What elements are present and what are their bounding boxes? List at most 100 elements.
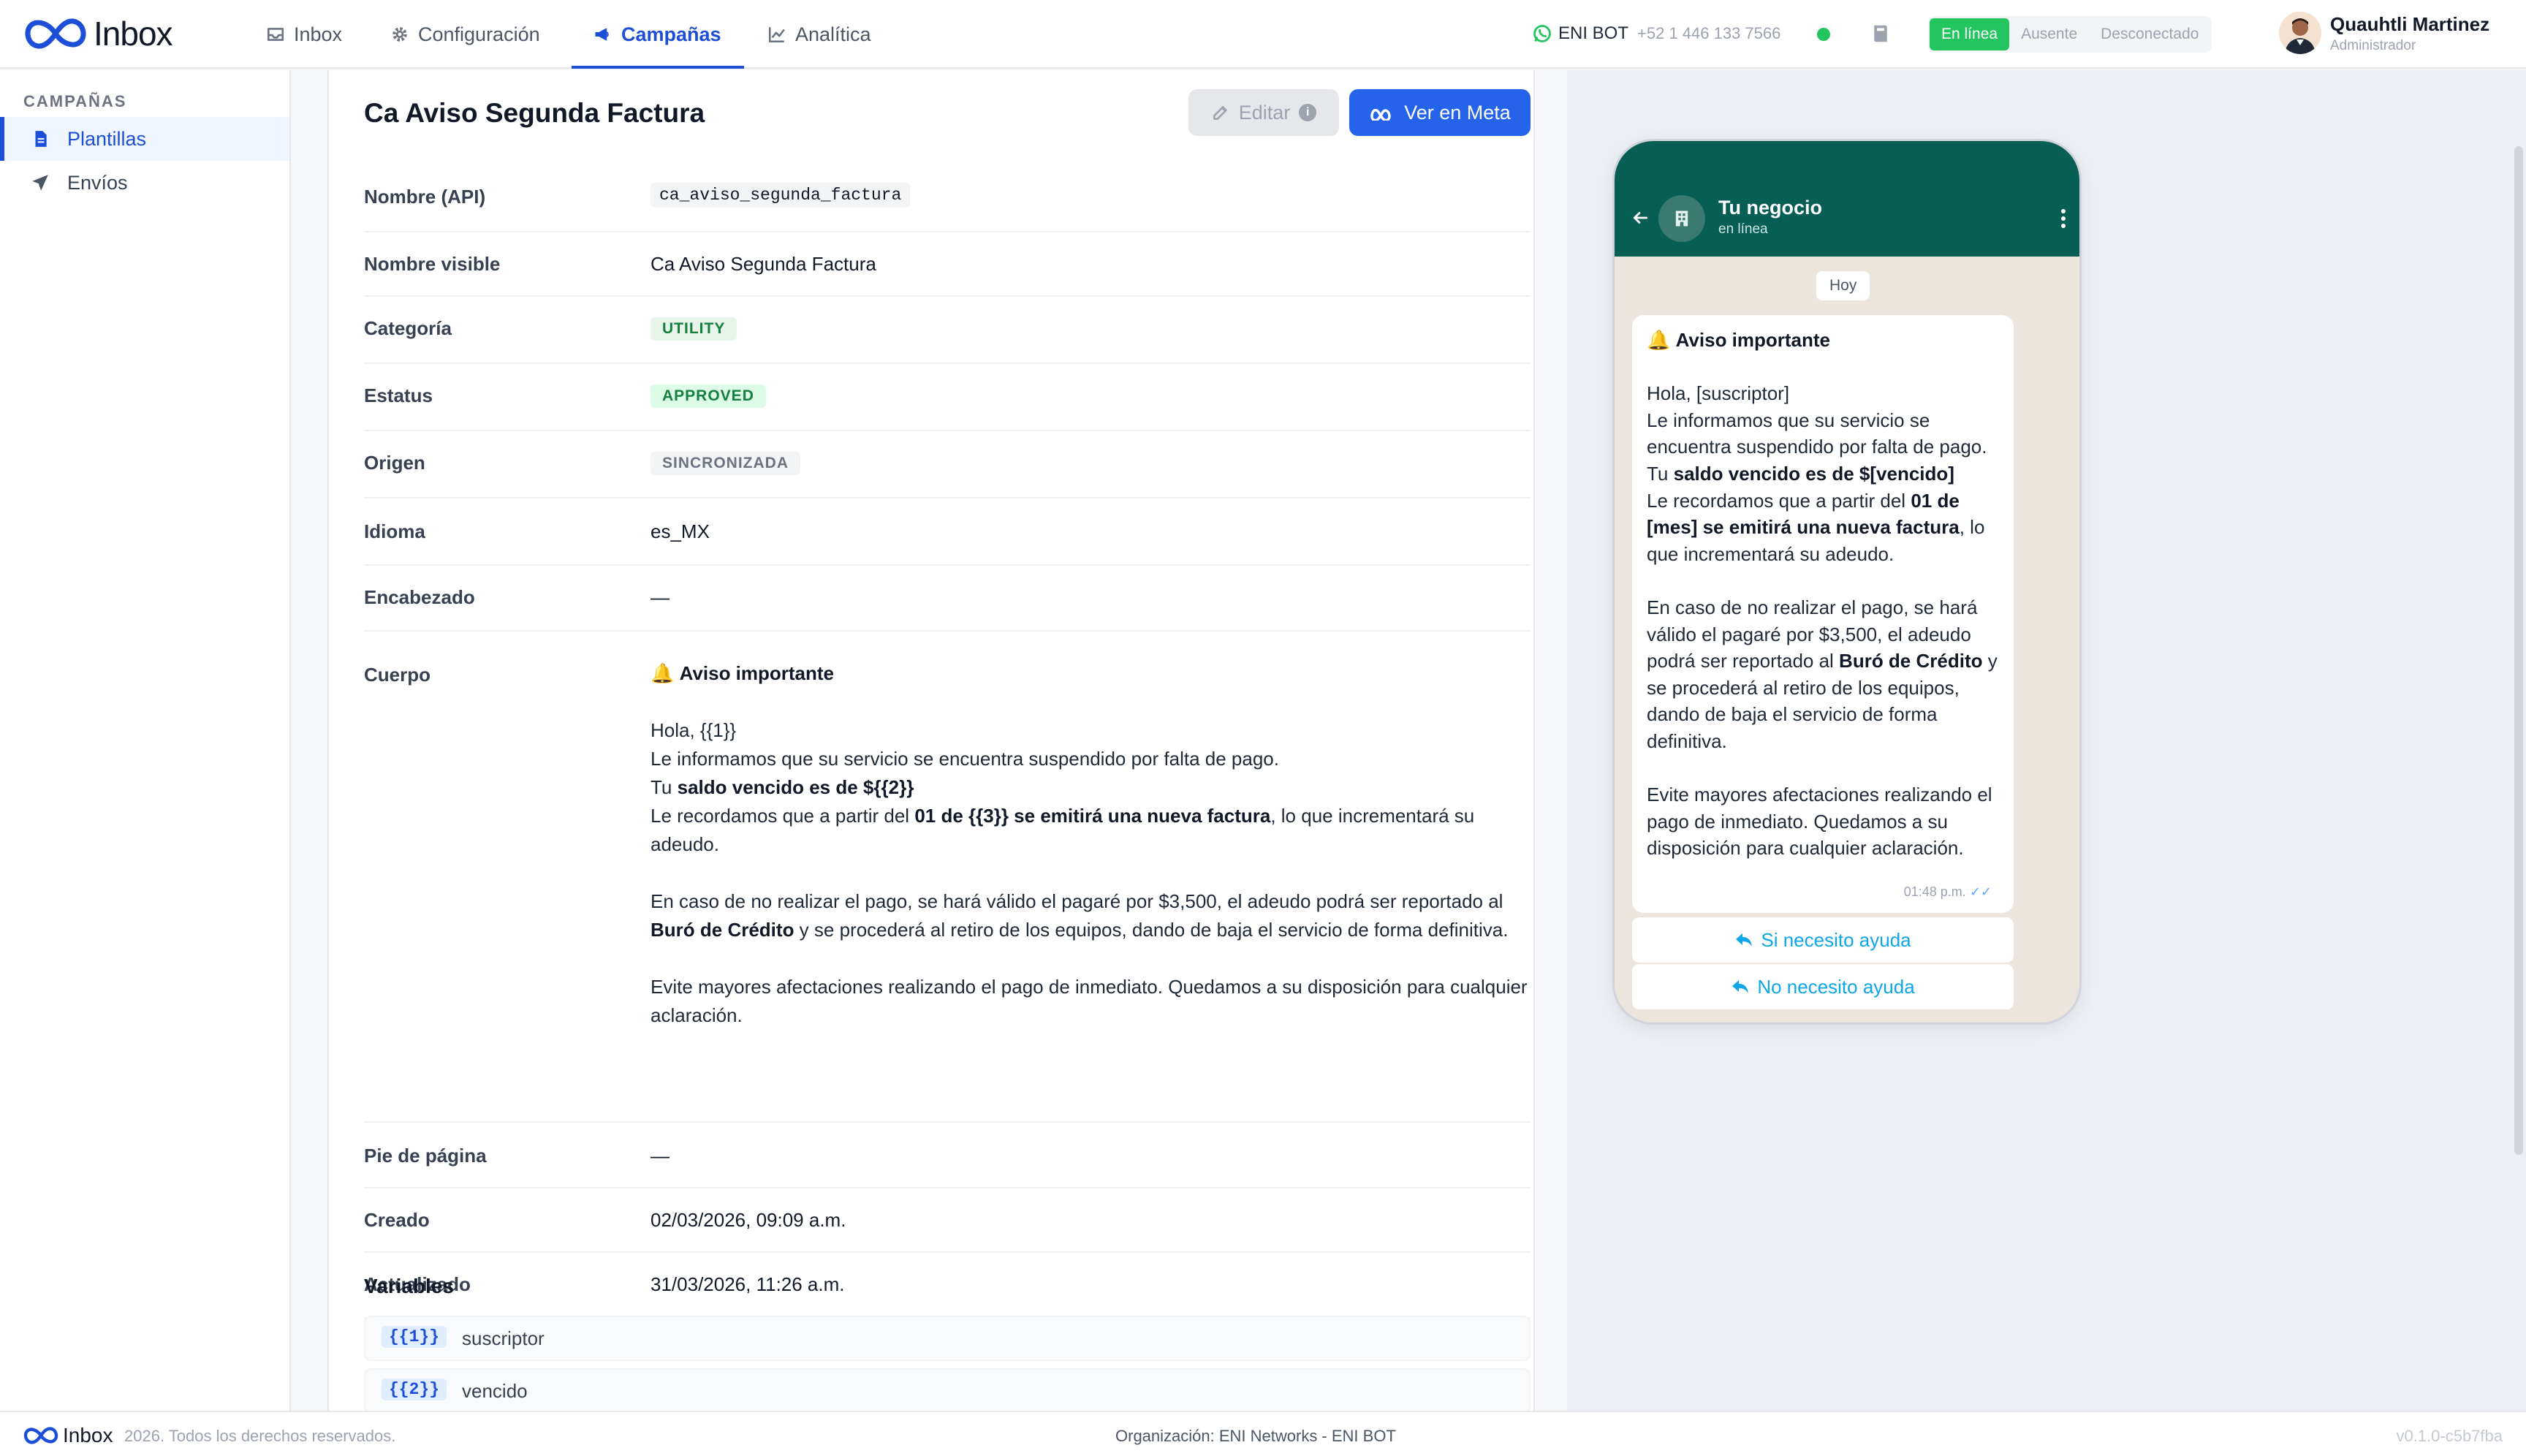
nav-analitica-label: Analítica <box>795 23 871 45</box>
double-check-icon: ✓✓ <box>1969 884 1992 900</box>
body-line2-bold: saldo vencido es de ${{2}} <box>677 776 914 798</box>
edit-button[interactable]: Editar i <box>1188 89 1339 136</box>
header-value: — <box>651 586 670 608</box>
sidebar-heading: CAMPAÑAS <box>23 92 127 110</box>
nav-campanas[interactable]: Campañas <box>593 0 721 69</box>
origin-badge: SINCRONIZADA <box>651 452 800 475</box>
active-tab-indicator <box>572 66 744 69</box>
field-category: Categoría UTILITY <box>364 297 1531 364</box>
preview-line2-bold: saldo vencido es de $[vencido] <box>1673 462 1954 485</box>
field-origin: Origen SINCRONIZADA <box>364 431 1531 498</box>
body-line3-pre: Le recordamos que a partir del <box>651 805 915 827</box>
field-api-name: Nombre (API) ca_aviso_segunda_factura <box>364 164 1531 232</box>
book-icon[interactable] <box>1870 22 1892 45</box>
reply-icon <box>1732 980 1749 993</box>
footer-version: v0.1.0-c5b7fba <box>2396 1427 2503 1445</box>
user-name[interactable]: Quauhtli Martinez <box>2330 13 2489 36</box>
status-badge: APPROVED <box>651 384 766 408</box>
contact-name: Tu negocio <box>1718 197 1822 219</box>
nav-inbox-label: Inbox <box>294 23 343 45</box>
sidebar: CAMPAÑAS Plantillas Envíos <box>0 70 291 1411</box>
page-title: Ca Aviso Segunda Factura <box>364 98 705 128</box>
presence-offline[interactable]: Desconectado <box>2089 18 2210 50</box>
send-icon <box>32 175 48 191</box>
quick-reply-button[interactable]: Si necesito ayuda <box>1632 917 2014 963</box>
body-line2-pre: Tu <box>651 776 678 798</box>
nav-campanas-label: Campañas <box>621 23 721 45</box>
quick-reply-label: Si necesito ayuda <box>1761 928 1911 951</box>
body-line1: Le informamos que su servicio se encuent… <box>651 748 1279 770</box>
online-status-dot <box>1817 28 1830 41</box>
body-text: 🔔 Aviso importante Hola, {{1}} Le inform… <box>651 659 1533 1030</box>
body-greeting: Hola, {{1}} <box>651 719 737 741</box>
field-status: Estatus APPROVED <box>364 364 1531 431</box>
nav-inbox[interactable]: Inbox <box>266 0 342 69</box>
avatar[interactable] <box>2279 12 2321 54</box>
presence-away[interactable]: Ausente <box>2009 18 2089 50</box>
variables-title: Variables <box>364 1275 454 1297</box>
body-para2-post: y se procederá al retiro de los equipos,… <box>794 919 1509 941</box>
body-para3: Evite mayores afectaciones realizando el… <box>651 976 1528 1026</box>
more-vertical-icon[interactable] <box>2060 208 2066 229</box>
view-in-meta-label: Ver en Meta <box>1404 101 1511 124</box>
whatsapp-phone-preview: Tu negocio en línea Hoy 🔔 Aviso importan… <box>1612 139 2082 1025</box>
variable-value: vencido <box>462 1380 528 1402</box>
field-label: Nombre visible <box>364 253 501 275</box>
field-label: Categoría <box>364 317 452 339</box>
quick-reply-button[interactable]: No necesito ayuda <box>1632 964 2014 1009</box>
app-logo[interactable]: Inbox <box>22 12 173 56</box>
gear-icon <box>392 27 407 42</box>
building-icon <box>1675 211 1688 227</box>
presence-online[interactable]: En línea <box>1930 18 2010 50</box>
bell-icon: 🔔 <box>1647 329 1671 351</box>
field-label: Creado <box>364 1209 430 1231</box>
contact-status: en línea <box>1718 221 1768 237</box>
nav-configuracion[interactable]: Configuración <box>390 0 540 69</box>
body-para2-pre: En caso de no realizar el pago, se hará … <box>651 890 1503 912</box>
bot-phone: +52 1 446 133 7566 <box>1637 24 1781 42</box>
chat-header: Tu negocio en línea <box>1615 141 2079 257</box>
variable-key: {{1}} <box>382 1326 447 1348</box>
body-title: Aviso importante <box>679 662 835 684</box>
inbox-icon <box>267 28 284 41</box>
sidebar-item-envios[interactable]: Envíos <box>0 161 289 205</box>
variable-row: {{2}} vencido <box>364 1368 1531 1411</box>
back-arrow-icon[interactable] <box>1631 208 1650 227</box>
chart-line-icon <box>768 27 785 43</box>
footer-organization: Organización: ENI Networks - ENI BOT <box>1115 1427 1396 1445</box>
preview-title: Aviso importante <box>1675 329 1831 351</box>
visible-name-value: Ca Aviso Segunda Factura <box>651 253 876 275</box>
message-time: 01:48 p.m. ✓✓ <box>1904 879 1992 906</box>
body-line3-bold: 01 de {{3}} se emitirá una nueva factura <box>914 805 1271 827</box>
bot-name: ENI BOT <box>1558 23 1629 43</box>
info-icon: i <box>1299 104 1317 121</box>
preview-line1: Le informamos que su servicio se encuent… <box>1647 409 1987 458</box>
field-label: Cuerpo <box>364 664 431 686</box>
body-para2-bold: Buró de Crédito <box>651 919 794 941</box>
sidebar-item-plantillas[interactable]: Plantillas <box>0 117 289 161</box>
footer-logo: Inbox <box>22 1424 113 1447</box>
bell-icon: 🔔 <box>651 662 675 684</box>
reply-icon <box>1736 933 1753 947</box>
user-photo-icon <box>2279 12 2321 54</box>
nav-analitica[interactable]: Analítica <box>767 0 871 69</box>
view-in-meta-button[interactable]: Ver en Meta <box>1349 89 1531 136</box>
field-language: Idioma es_MX <box>364 498 1531 566</box>
preview-para3: Evite mayores afectaciones realizando el… <box>1647 784 1992 860</box>
page-scrollbar[interactable] <box>2514 146 2523 1155</box>
preview-para2-bold: Buró de Crédito <box>1839 650 1983 672</box>
user-role: Administrador <box>2330 38 2416 53</box>
language-value: es_MX <box>651 520 710 542</box>
updated-value: 31/03/2026, 11:26 a.m. <box>651 1273 845 1295</box>
edit-icon <box>1213 106 1227 120</box>
variable-key: {{2}} <box>382 1379 447 1400</box>
top-navbar: Inbox Inbox Configuración Campañas Analí… <box>0 0 2526 69</box>
edit-button-label: Editar <box>1238 101 1291 124</box>
field-label: Pie de página <box>364 1145 487 1167</box>
message-bubble: 🔔 Aviso importante Hola, [suscriptor] Le… <box>1632 315 2014 913</box>
field-label: Origen <box>364 452 425 474</box>
business-avatar <box>1658 195 1705 242</box>
field-visible-name: Nombre visible Ca Aviso Segunda Factura <box>364 232 1531 297</box>
infinity-logo-icon <box>23 1427 58 1444</box>
infinity-logo-icon <box>25 18 86 49</box>
